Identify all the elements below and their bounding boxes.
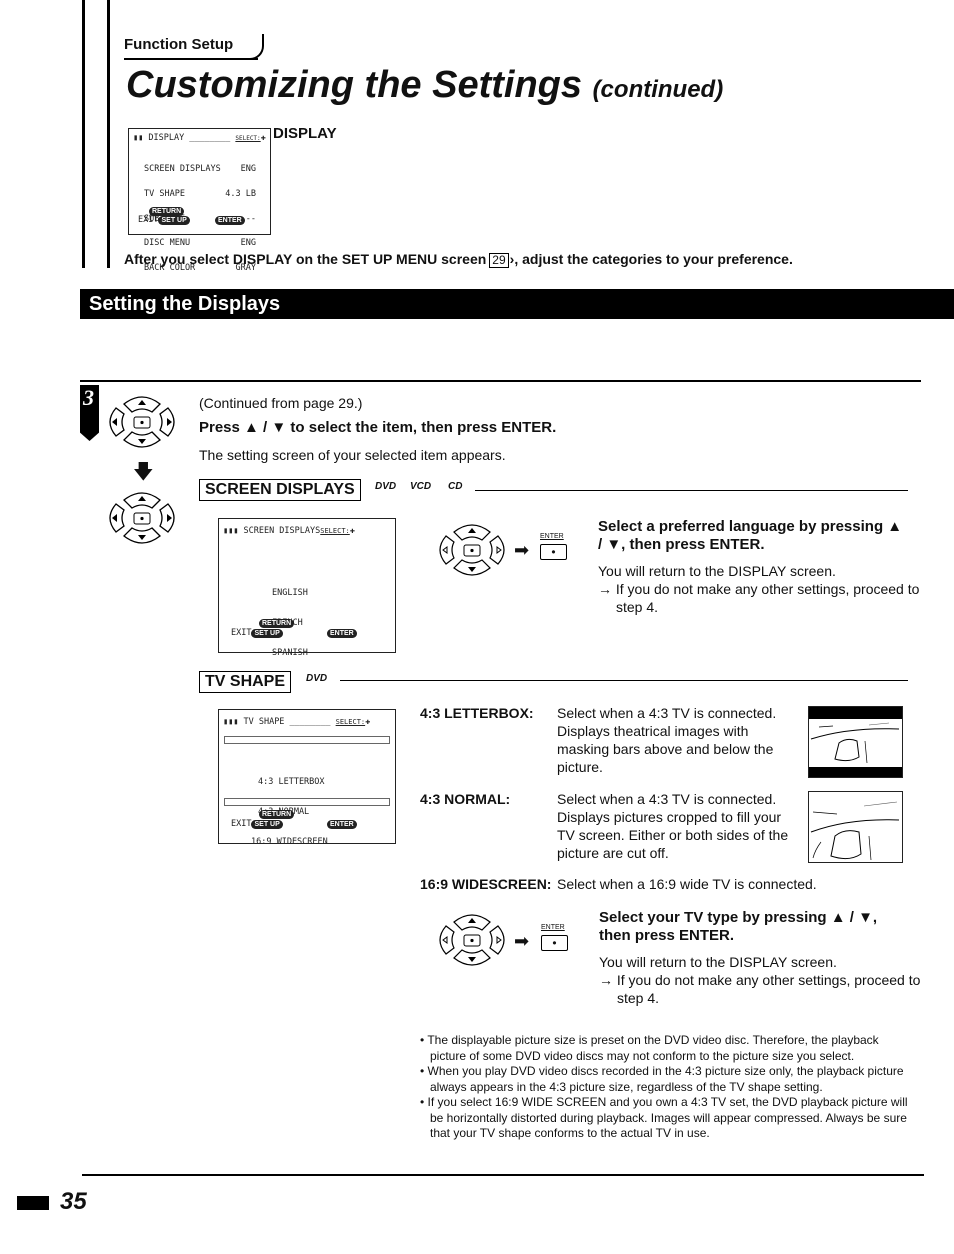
section-tab-underline — [124, 58, 258, 60]
right-arrow-icon: ➡ — [514, 540, 530, 560]
dpad-mini-icon: ✚ — [260, 133, 266, 143]
osd-title: DISPLAY — [148, 133, 185, 143]
osd-title: TV SHAPE — [243, 717, 285, 727]
dpad-mini-icon: ✚ — [365, 717, 371, 727]
note-item: • When you play DVD video discs recorded… — [420, 1064, 904, 1094]
osd-select: SELECT: — [320, 527, 350, 535]
return-pill: RETURN — [259, 810, 295, 819]
step-instruction: Press ▲ / ▼ to select the item, then pre… — [199, 419, 557, 436]
margin-bar — [82, 0, 85, 268]
disc-badge-cd: CD — [448, 481, 463, 492]
mode-label-widescreen: 16:9 WIDESCREEN: — [420, 876, 552, 892]
letterbox-picture — [808, 706, 903, 778]
page-ref: 29 — [489, 253, 509, 268]
osd-option: 16:9 WIDESCREEN — [251, 837, 328, 847]
step-marker: 3 — [80, 385, 99, 441]
osd-item: DISC MENU ENG — [144, 238, 256, 249]
language-proceed: → If you do not make any other settings,… — [598, 581, 920, 615]
enter-pill: ENTER — [327, 820, 357, 829]
osd-exit-label: EXIT — [231, 819, 252, 829]
setup-pill: SET UP — [251, 820, 283, 829]
tv-shape-heading: TV SHAPE — [199, 671, 292, 693]
disc-badge-vcd: VCD — [410, 481, 432, 492]
mode-desc-normal: Select when a 4:3 TV is connected. Displ… — [557, 791, 789, 861]
osd-option: 4:3 LETTERBOX — [258, 777, 325, 787]
remote-dpad-icon — [109, 492, 175, 544]
osd-exit-label: EXIT — [138, 215, 159, 225]
right-arrow-icon: ➡ — [514, 931, 530, 951]
section-rule — [475, 490, 908, 491]
osd-select: SELECT: — [335, 718, 366, 726]
remote-dpad-icon — [109, 396, 175, 448]
screen-displays-heading: SCREEN DISPLAYS — [199, 479, 361, 501]
section-rule — [340, 680, 908, 681]
section-banner-title: Setting the Displays — [89, 293, 281, 315]
section-tab: Function Setup — [124, 36, 234, 53]
mode-desc-letterbox: Select when a 4:3 TV is connected. Displ… — [557, 705, 777, 775]
section-banner: Setting the Displays — [80, 289, 954, 319]
note-item: • If you select 16:9 WIDE SCREEN and you… — [420, 1095, 908, 1140]
continued-note: (Continued from page 29.) — [199, 395, 363, 411]
tv-type-result: You will return to the DISPLAY screen. — [599, 954, 837, 970]
osd-option: SPANISH — [272, 648, 308, 658]
section-tab-curve — [248, 34, 264, 60]
setup-pill: SET UP — [251, 629, 283, 638]
down-arrow-icon: 🡇 — [133, 461, 154, 483]
dpad-mini-icon: ✚ — [349, 526, 355, 536]
setup-pill: SET UP — [158, 216, 190, 225]
note-item: • The displayable picture size is preset… — [420, 1033, 879, 1063]
step-number: 3 — [83, 385, 94, 410]
intro-text: After you select DISPLAY on the SET UP M… — [124, 251, 793, 268]
step-rule — [80, 380, 921, 382]
remote-dpad-icon — [439, 914, 505, 966]
intro-before: After you select DISPLAY on the SET UP M… — [124, 251, 487, 267]
tv-type-proceed: → If you do not make any other settings,… — [599, 972, 921, 1006]
display-osd-screen: ▮▮ DISPLAY ________ SELECT:✚ SCREEN DISP… — [128, 128, 271, 272]
osd-option: ENGLISH — [272, 588, 308, 598]
disc-badge-dvd: DVD — [375, 481, 397, 492]
enter-pill: ENTER — [327, 629, 357, 638]
enter-key-label: ENTER — [540, 533, 564, 540]
page-marker-block — [17, 1196, 49, 1210]
remote-dpad-icon — [439, 524, 505, 576]
tv-shape-osd: ▮▮▮ TV SHAPE ________ SELECT:✚ 4:3 LETTE… — [218, 709, 396, 847]
enter-key-icon: • — [540, 544, 567, 560]
osd-bar — [224, 798, 390, 806]
page-title: Customizing the Settings (continued) — [126, 64, 723, 107]
page-number: 35 — [60, 1188, 87, 1215]
osd-bar — [224, 736, 390, 744]
notes-list: • The displayable picture size is preset… — [420, 1033, 910, 1142]
language-result: You will return to the DISPLAY screen. — [598, 563, 836, 579]
mode-desc-widescreen: Select when a 16:9 wide TV is connected. — [557, 876, 817, 892]
mode-label-normal: 4:3 NORMAL: — [420, 791, 511, 807]
mode-label-letterbox: 4:3 LETTERBOX: — [420, 705, 534, 721]
screen-displays-osd: ▮▮▮ SCREEN DISPLAYSSELECT:✚ ENGLISH FREN… — [218, 518, 396, 658]
osd-item: SCREEN DISPLAYS ENG — [144, 164, 256, 175]
page-title-suffix: (continued) — [592, 76, 724, 103]
osd-item: TV SHAPE 4.3 LB — [144, 189, 256, 200]
tv-type-instruction: Select your TV type by pressing ▲ / ▼, t… — [599, 909, 878, 944]
disc-badge-dvd: DVD — [306, 673, 328, 684]
step-note: The setting screen of your selected item… — [199, 447, 506, 463]
normal-picture — [808, 791, 903, 863]
display-heading: DISPLAY — [273, 125, 337, 142]
intro-after: , adjust the categories to your preferen… — [514, 251, 793, 267]
enter-key-icon: • — [541, 935, 568, 951]
osd-select: SELECT: — [235, 135, 261, 142]
footer-rule — [82, 1174, 924, 1176]
margin-bar — [107, 0, 110, 268]
osd-title: SCREEN DISPLAYS — [243, 526, 321, 536]
return-pill: RETURN — [259, 619, 295, 628]
language-instruction: Select a preferred language by pressing … — [598, 518, 903, 553]
enter-key-label: ENTER — [541, 924, 565, 931]
enter-pill: ENTER — [215, 216, 245, 225]
osd-exit-label: EXIT — [231, 628, 252, 638]
page-title-main: Customizing the Settings — [126, 64, 582, 106]
osd-title-row: ▮▮ DISPLAY ________ SELECT:✚ — [133, 133, 266, 143]
